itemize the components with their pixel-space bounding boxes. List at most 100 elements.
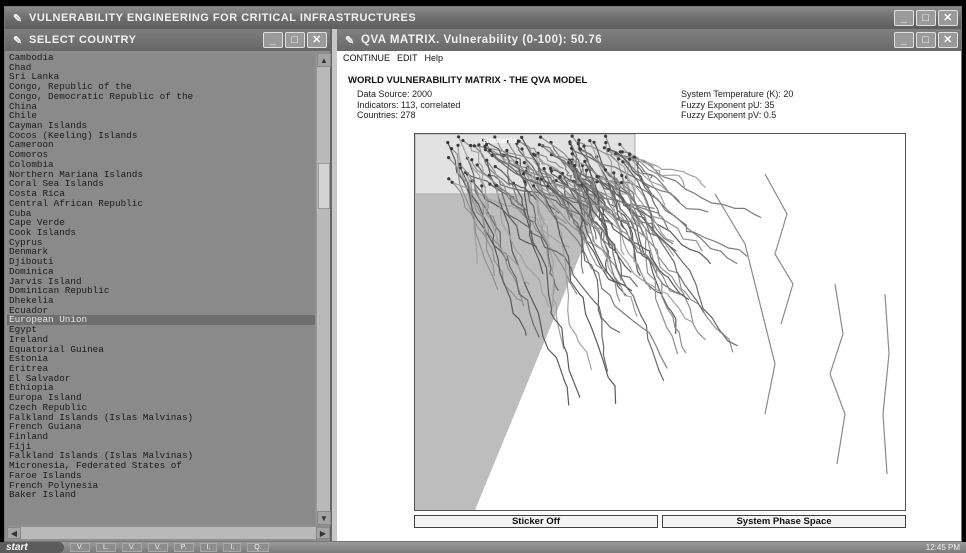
country-point [582, 144, 586, 148]
taskbar-clock: 12:45 PM [925, 543, 960, 552]
country-point [632, 155, 636, 159]
country-point [578, 147, 582, 151]
minimize-button[interactable]: _ [263, 32, 283, 48]
country-point [447, 177, 451, 181]
country-trajectory [714, 193, 776, 415]
close-button[interactable]: ✕ [938, 32, 958, 48]
country-trajectory [882, 293, 890, 475]
country-item[interactable]: French Guiana [7, 422, 315, 432]
country-point [488, 148, 492, 153]
desktop-frame: ✎ VULNERABILITY ENGINEERING FOR CRITICAL… [4, 6, 962, 542]
taskbar-window-button[interactable]: V. [147, 543, 168, 552]
country-item[interactable]: Equatorial Guinea [7, 344, 315, 355]
country-panel: ✎ SELECT COUNTRY _ □ ✕ Cambodia Chad Sri L… [5, 29, 332, 541]
menu-continue[interactable]: CONTINUE [343, 53, 390, 63]
country-point [627, 152, 632, 157]
country-item[interactable]: Egypt [7, 325, 315, 335]
vertical-scrollbar[interactable]: ▲ ▼ [316, 53, 331, 525]
taskbar-window-button[interactable]: I. [223, 543, 242, 552]
country-trajectory [829, 283, 846, 465]
country-point [570, 152, 574, 156]
taskbar-window-button[interactable]: V. [70, 543, 90, 552]
qva-window-titlebar: ✎ QVA MATRIX. Vulnerability (0-100): 50.… [337, 29, 961, 51]
country-item[interactable]: Baker Island [7, 490, 315, 500]
country-panel-titlebar: ✎ SELECT COUNTRY _ □ ✕ [5, 29, 330, 51]
close-button[interactable]: ✕ [938, 10, 958, 26]
country-point [477, 143, 481, 147]
country-point [472, 144, 476, 148]
phase-space-plot[interactable]: Romania [414, 133, 906, 511]
minimize-button[interactable]: _ [894, 32, 914, 48]
trajectory-canvas: Romania [415, 134, 890, 510]
country-item[interactable]: Cambodia [7, 53, 315, 63]
country-point [612, 171, 616, 175]
country-item[interactable]: Estonia [7, 354, 315, 364]
taskbar-window-button[interactable]: P. [173, 543, 194, 552]
country-point [628, 157, 632, 161]
country-point [604, 141, 608, 145]
country-item[interactable]: Central African Republic [7, 199, 315, 209]
country-point [520, 135, 524, 139]
system-phase-space-button[interactable]: System Phase Space [662, 515, 906, 528]
country-item[interactable]: Cyprus [7, 237, 315, 248]
sticker-off-button[interactable]: Sticker Off [414, 515, 658, 528]
country-point [461, 138, 465, 143]
country-point [522, 161, 526, 165]
main-window-titlebar: ✎ VULNERABILITY ENGINEERING FOR CRITICAL… [5, 7, 961, 29]
scroll-thumb[interactable] [318, 163, 330, 209]
country-point [618, 150, 622, 154]
maximize-button[interactable]: □ [285, 32, 305, 48]
qva-window-title: QVA MATRIX. Vulnerability (0-100): 50.76 [361, 34, 603, 46]
country-item[interactable]: China [7, 101, 315, 112]
country-point [516, 139, 520, 143]
close-button[interactable]: ✕ [307, 32, 327, 48]
country-point [533, 153, 537, 157]
taskbar-window-button[interactable]: Q. [247, 543, 269, 552]
country-point [595, 175, 599, 179]
country-point [483, 148, 487, 152]
country-point [588, 139, 592, 143]
country-point [558, 175, 562, 179]
country-item[interactable]: Finland [7, 432, 315, 442]
country-item[interactable]: Dhekelia [7, 296, 315, 306]
country-point [621, 160, 625, 164]
scroll-down-icon[interactable]: ▼ [317, 511, 331, 525]
highlight-label: Romania [483, 136, 517, 145]
menu-help[interactable]: Help [425, 53, 444, 63]
start-button[interactable]: start [0, 542, 64, 553]
country-list[interactable]: Cambodia Chad Sri Lanka Congo, Republic of … [7, 53, 315, 525]
country-point [620, 173, 624, 178]
horizontal-scrollbar[interactable]: ◀ ▶ [7, 527, 330, 539]
country-point [603, 168, 607, 172]
country-item[interactable]: Congo, Democratic Republic of the [7, 92, 315, 102]
country-point [447, 156, 451, 160]
country-point [515, 160, 519, 165]
country-item[interactable]: Cameroon [7, 140, 315, 150]
scroll-left-icon[interactable]: ◀ [7, 527, 21, 539]
minimize-button[interactable]: _ [894, 10, 914, 26]
country-point [488, 182, 492, 186]
indicators-text: Indicators: 113, correlated [357, 99, 461, 110]
scroll-up-icon[interactable]: ▲ [317, 53, 331, 67]
country-point [602, 146, 606, 150]
country-point [583, 159, 587, 163]
country-item[interactable]: European Union [7, 315, 315, 326]
country-point [548, 166, 553, 171]
menu-edit[interactable]: EDIT [397, 53, 418, 63]
country-point [494, 184, 499, 188]
fuzzy-pv-text: Fuzzy Exponent pV: 0.5 [681, 110, 777, 120]
maximize-button[interactable]: □ [916, 10, 936, 26]
country-point [450, 180, 454, 184]
maximize-button[interactable]: □ [916, 32, 936, 48]
country-point [493, 165, 497, 169]
taskbar-window-button[interactable]: I. [199, 543, 218, 552]
country-point [469, 143, 473, 148]
country-item[interactable]: Cook Islands [7, 228, 315, 238]
country-point [577, 138, 581, 142]
taskbar-window-button[interactable]: V. [121, 543, 142, 552]
country-point [537, 143, 541, 147]
scroll-right-icon[interactable]: ▶ [316, 527, 330, 539]
country-point [470, 158, 474, 162]
taskbar-window-button[interactable]: L. [95, 543, 116, 552]
country-point [483, 144, 487, 148]
